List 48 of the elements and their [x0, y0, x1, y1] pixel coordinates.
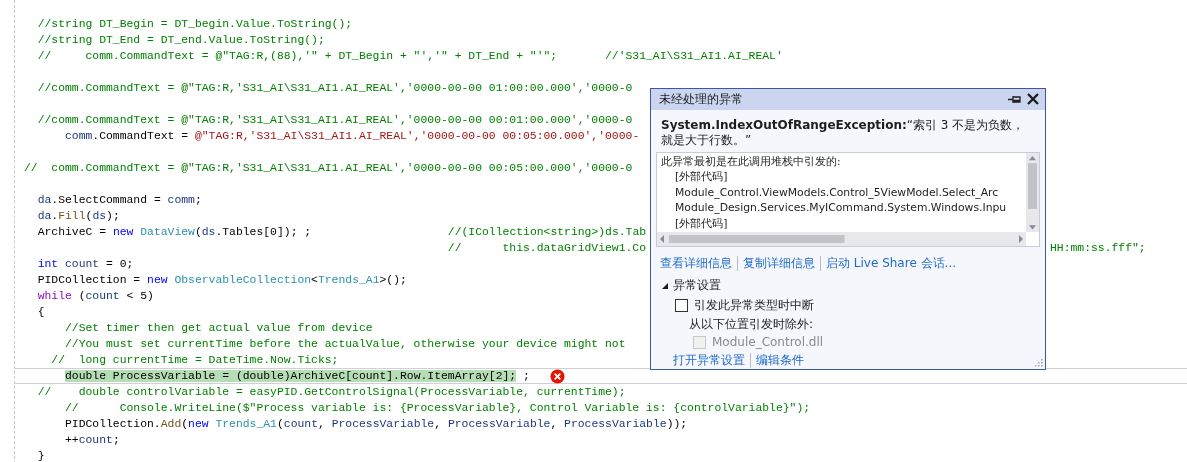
stack-frame[interactable]: Module_Design.Services.MyICommand.System.Windows.Inpu [675, 200, 1007, 216]
popup-link[interactable]: 编辑条件 [756, 352, 804, 369]
checkbox[interactable] [675, 299, 688, 312]
code-line: ArchiveC = new DataView(ds.Tables[0]); ; //(ICollection<string>)ds.Tab [36, 226, 647, 238]
popup-link[interactable]: 启动 Live Share 会话... [826, 255, 957, 272]
popup-link[interactable]: 查看详细信息 [660, 255, 732, 272]
code-line: //comm.CommandText = @"TAG:R,'S31_AI\S31_AI1.AI_REAL','0000-00-00 01:00:00.000','0000-0 [36, 82, 633, 94]
code-line: // double controlVariable = easyPID.GetControlSignal(ProcessVariable, currentTime); [36, 386, 626, 398]
code-line: // comm.CommandText = @"TAG:R,'S31_AI\S31_AI1.AI_REAL','0000-00-00 00:05:00.000','0000-0 [24, 162, 633, 174]
code-line: { [36, 306, 45, 318]
stack-frame[interactable]: [外部代码] [675, 215, 728, 231]
stack-frame[interactable]: Module_Control.ViewModels.Control_5ViewModel.Select_Arc [675, 184, 999, 200]
code-line: // long currentTime = DateTime.Now.Ticks; [50, 354, 339, 366]
popup-link[interactable]: 复制详细信息 [743, 255, 815, 272]
code-line: PIDCollection = new ObservableCollection<Trends_A1>(); [36, 274, 407, 286]
code-line: ++count; [64, 434, 120, 446]
code-line: //Set timer then get actual value from device [64, 322, 373, 334]
code-line: double ProcessVariable = (double)ArchiveC[count].Row.ItemArray[2]; ; [64, 370, 530, 382]
code-line: } [36, 450, 45, 462]
code-line: //string DT_Begin = DT_begin.Value.ToString(); [36, 18, 353, 30]
code-line: // this.dataGridView1.Co [446, 242, 648, 254]
pin-icon[interactable] [1008, 94, 1021, 104]
popup-link[interactable]: 打开异常设置 [673, 352, 745, 369]
checkbox-label: 引发此异常类型时中断 [694, 297, 814, 314]
close-icon[interactable] [1027, 93, 1039, 106]
exceptions-label: 从以下位置引发时除外: [688, 316, 815, 333]
section-title: 异常设置 [673, 277, 721, 294]
stack-frame[interactable]: [外部代码] [675, 169, 728, 185]
code-line: int count = 0; [36, 258, 134, 270]
vertical-scrollbar[interactable] [1026, 152, 1039, 232]
horizontal-scrollbar[interactable] [657, 232, 1026, 246]
code-line: PIDCollection.Add(new Trends_A1(count, ProcessVariable, ProcessVariable, ProcessVariable)); [64, 418, 688, 430]
code-line: da.SelectCommand = comm; [36, 194, 202, 206]
checkbox-label: Module_Control.dll [712, 335, 824, 349]
code-line: //You must set currentTime before the actualValue, otherwise your device might not [64, 338, 626, 350]
code-line: da.Fill(ds); [36, 210, 120, 222]
code-line: //comm.CommandText = @"TAG:R,'S31_AI\S31_AI1.AI_REAL','0000-00-00 00:01:00.000','0000-0 [36, 114, 633, 126]
code-line: while (count < 5) [36, 290, 154, 302]
code-line: // Console.WriteLine($"Process variable is: {ProcessVariable}, Control Variable is: {controlVariable}"); [64, 402, 811, 414]
expand-triangle-icon[interactable] [661, 281, 669, 290]
code-line: comm.CommandText = @"TAG:R,'S31_AI\S31_AI1.AI_REAL','0000-00-00 00:05:00.000','0000- [64, 130, 640, 142]
code-line: //string DT_End = DT_end.Value.ToString(); [36, 34, 325, 46]
resize-grip-icon[interactable] [1034, 358, 1043, 367]
exception-message: System.IndexOutOfRangeException:“索引 3 不是为负数，就是大于行数。” [660, 116, 1026, 149]
code-line: // comm.CommandText = @"TAG:R,(88),'" + DT_Begin + "','" + DT_End + "'"; //'S31_AI\S31_AI1.AI_REAL' [36, 50, 783, 62]
stack-heading: 此异常最初是在此调用堆栈中引发的: [661, 153, 842, 169]
popup-title: 未经处理的异常 [659, 91, 744, 107]
code-line: HH:mm:ss.fff"; [1050, 242, 1146, 254]
